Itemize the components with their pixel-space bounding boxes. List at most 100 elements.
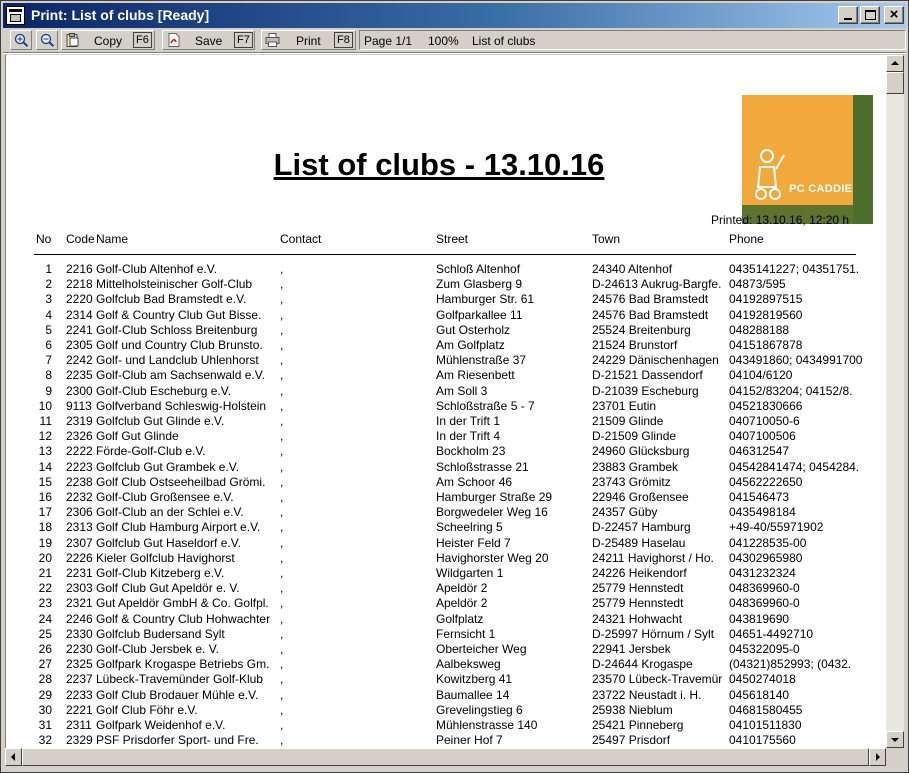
app-icon[interactable] — [6, 6, 25, 25]
cell-town: 23722 Neustadt i. H. — [592, 687, 702, 702]
vertical-scroll-thumb[interactable] — [886, 72, 904, 94]
close-button[interactable]: × — [884, 6, 904, 24]
header-rule — [34, 254, 856, 255]
save-pdf-button[interactable]: Save F7 — [162, 30, 255, 50]
cell-name: Golfpark Weidenhof e.V. — [96, 718, 226, 732]
save-shortcut: F7 — [234, 32, 253, 48]
close-icon: × — [889, 6, 899, 23]
cell-name: Golf & Country Club Hohwachter — [96, 611, 271, 626]
cell-code: 2242 — [66, 353, 93, 368]
zoom-in-button[interactable] — [10, 30, 32, 50]
cell-town: 23743 Grömitz — [592, 474, 671, 489]
copy-button[interactable]: Copy F6 — [61, 30, 155, 50]
table-row: 6 2305 Golf und Country Club Brunsto., Am G… — [6, 338, 872, 353]
column-header-contact: Contact — [280, 232, 322, 246]
print-label: Print — [296, 34, 321, 48]
scroll-left-button[interactable] — [5, 748, 22, 766]
minimize-icon — [844, 18, 852, 20]
scroll-right-button[interactable] — [869, 748, 886, 766]
cell-name: Golf-Club Altenhof e.V. — [96, 262, 217, 276]
cell-name: Golf- und Landclub Uhlenhorst — [96, 353, 259, 368]
cell-contact: , — [280, 429, 284, 444]
cell-code: 2232 — [66, 490, 93, 504]
vertical-scrollbar[interactable] — [886, 55, 904, 748]
cell-street: Schloßstraße 5 - 7 — [436, 398, 535, 413]
cell-no: 31 — [38, 718, 52, 732]
cell-contact: , — [280, 262, 284, 276]
table-row: 4 2314 Golf & Country Club Gut Bisse., Golf… — [6, 308, 872, 323]
cell-phone: 04101511830 — [729, 718, 802, 732]
minimize-button[interactable] — [838, 6, 858, 24]
cell-contact: , — [280, 474, 284, 489]
cell-phone: 041228535-00 — [729, 535, 807, 550]
cell-contact: , — [280, 490, 284, 504]
copy-label: Copy — [94, 34, 123, 48]
cell-name: Förde-Golf-Club e.V. — [96, 444, 206, 459]
zoom-out-button[interactable] — [36, 30, 58, 50]
toolbar: Copy F6 Save F7 Print F8 Page 1/1 100% L… — [3, 29, 906, 51]
table-row: 12 2326 Golf Gut Glinde, In der Trift 4 D-21… — [6, 429, 872, 444]
cell-no: 15 — [38, 474, 52, 489]
zoom-in-icon — [14, 33, 29, 47]
cell-no: 3 — [45, 292, 52, 307]
cell-name: Golf & Country Club Gut Bisse. — [96, 307, 262, 322]
cell-town: 25779 Hennstedt — [592, 581, 684, 596]
table-row: 14 2223 Golfclub Gut Grambek e.V., Schloßst… — [6, 460, 872, 475]
cell-contact: , — [280, 338, 284, 352]
cell-contact: , — [280, 718, 284, 732]
cell-street: Am Soll 3 — [436, 383, 488, 398]
cell-town: 24357 Güby — [592, 505, 658, 520]
maximize-button[interactable] — [860, 6, 880, 24]
cell-town: 23570 Lübeck-Travemür — [592, 672, 723, 687]
cell-name: Golf-Club Escheburg e.V. — [96, 383, 231, 398]
pdf-icon — [168, 33, 180, 47]
title-bar[interactable]: Print: List of clubs [Ready] × — [3, 3, 906, 28]
cell-name: Golf-Club am Sachsenwald e.V. — [96, 368, 265, 383]
cell-contact: , — [280, 611, 284, 626]
cell-town: 22946 Großensee — [592, 490, 689, 504]
cell-no: 9 — [45, 383, 52, 398]
cell-no: 7 — [45, 353, 52, 368]
horizontal-scrollbar[interactable] — [5, 748, 886, 766]
table-row: 16 2232 Golf-Club Großensee e.V., Hamburger… — [6, 490, 872, 505]
print-button[interactable]: Print F8 — [261, 30, 356, 50]
cell-contact: , — [280, 535, 284, 550]
cell-street: Bockholm 23 — [436, 444, 506, 459]
cell-code: 2220 — [66, 292, 93, 307]
column-header-street: Street — [436, 232, 469, 246]
cell-phone: 04681580455 — [729, 702, 803, 717]
table-row: 20 2226 Kieler Golfclub Havighorst, Havigho… — [6, 551, 872, 566]
scroll-down-button[interactable] — [886, 731, 904, 748]
cell-town: 25938 Nieblum — [592, 702, 673, 717]
cell-code: 9113 — [66, 398, 92, 413]
table-row: 13 2222 Förde-Golf-Club e.V., Bockholm 23 24… — [6, 444, 872, 459]
cell-street: Havighorster Weg 20 — [436, 550, 549, 565]
cell-name: Golfclub Gut Glinde e.V. — [96, 414, 225, 428]
zoom-level: 100% — [428, 34, 459, 48]
cell-contact: , — [280, 292, 284, 307]
clipboard-icon — [66, 33, 79, 47]
cell-contact: , — [280, 520, 284, 535]
cell-contact: , — [280, 414, 284, 428]
cell-code: 2305 — [66, 338, 93, 352]
cell-town: D-21509 Glinde — [592, 429, 677, 444]
cell-code: 2241 — [66, 322, 93, 337]
cell-code: 2306 — [66, 505, 93, 520]
cell-street: In der Trift 4 — [436, 429, 501, 444]
cell-contact: , — [280, 307, 284, 322]
cell-street: Apeldör 2 — [436, 596, 488, 611]
horizontal-scroll-thumb[interactable] — [22, 748, 869, 766]
cell-no: 1 — [45, 262, 52, 276]
cell-name: Golf Club Hamburg Airport e.V. — [96, 520, 261, 535]
cell-name: Golf Club Gut Apeldör e. V. — [96, 581, 240, 596]
toolbar-divider — [3, 52, 906, 54]
cell-code: 2307 — [66, 535, 93, 550]
scroll-up-button[interactable] — [886, 55, 904, 72]
cell-code: 2329 — [66, 733, 93, 748]
cell-code: 2223 — [66, 459, 93, 474]
cell-contact: , — [280, 672, 284, 687]
cell-phone: 0450274018 — [729, 672, 796, 687]
cell-town: 24321 Hohwacht — [592, 611, 683, 626]
cell-name: Golf und Country Club Brunsto. — [96, 338, 263, 352]
cell-no: 17 — [38, 505, 52, 520]
